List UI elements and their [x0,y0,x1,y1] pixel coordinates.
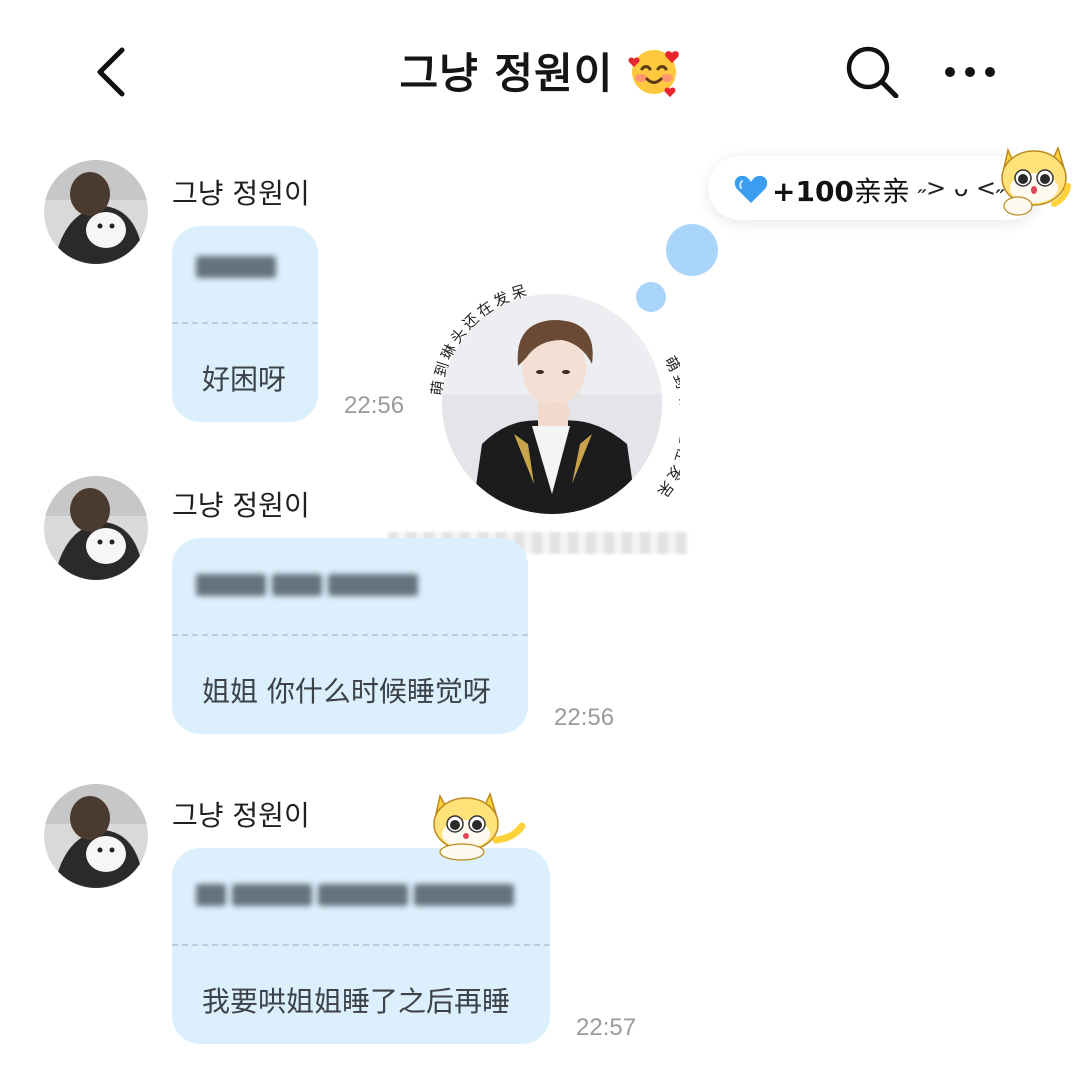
message-time: 22:56 [554,704,615,731]
blurred-original-text [196,574,504,602]
badge-label: 亲亲 [853,175,910,208]
badge-count: +100 [772,175,854,208]
sender-name: 그냥 정원이 [172,177,310,210]
message-bubble[interactable]: 我要哄姐姐睡了之后再睡 [172,848,550,1044]
search-icon [846,46,899,99]
portrait-photo [442,294,662,514]
more-dots-icon [945,67,995,77]
avatar[interactable] [44,160,148,264]
search-button[interactable] [842,46,902,99]
blurred-original-text [196,884,526,912]
avatar[interactable] [44,476,148,580]
bubble-dot-large [666,224,718,276]
chat-header: 그냥 정원이 [0,0,1080,140]
page-title: 그냥 정원이 [399,49,614,98]
sender-name: 그냥 정원이 [172,489,310,522]
title-wrap: 그냥 정원이 [0,40,1080,101]
bubble-divider [172,634,528,636]
badge-face: ˶> ᴗ <˶ [918,174,1005,202]
message-bubble[interactable]: 好困呀 [172,226,318,422]
smiling-face-with-hearts-icon [628,45,680,97]
translation-text: 我要哄姐姐睡了之后再睡 [202,985,511,1018]
cat-sticker-icon [433,791,526,861]
translation-text: 姐姐 你什么时候睡觉呀 [202,675,491,708]
sticker-photo: 萌到琳头还在发呆 萌到琳头还在发呆 [420,278,680,538]
message-time: 22:57 [576,1014,637,1041]
cat-sticker-icon [1001,145,1071,216]
message-time: 22:56 [344,392,405,419]
badge-text: +100亲亲 [772,170,910,210]
message-bubble[interactable]: 姐姐 你什么时候睡觉呀 [172,538,528,734]
translation-text: 好困呀 [202,363,287,396]
more-button[interactable] [940,54,1000,90]
sender-name: 그냥 정원이 [172,799,310,832]
blurred-original-text [196,256,294,284]
blue-heart-icon [734,175,768,203]
kiss-badge: +100亲亲 ˶> ᴗ <˶ [708,156,1040,220]
avatar[interactable] [44,784,148,888]
bubble-divider [172,322,318,324]
bubble-divider [172,944,550,946]
